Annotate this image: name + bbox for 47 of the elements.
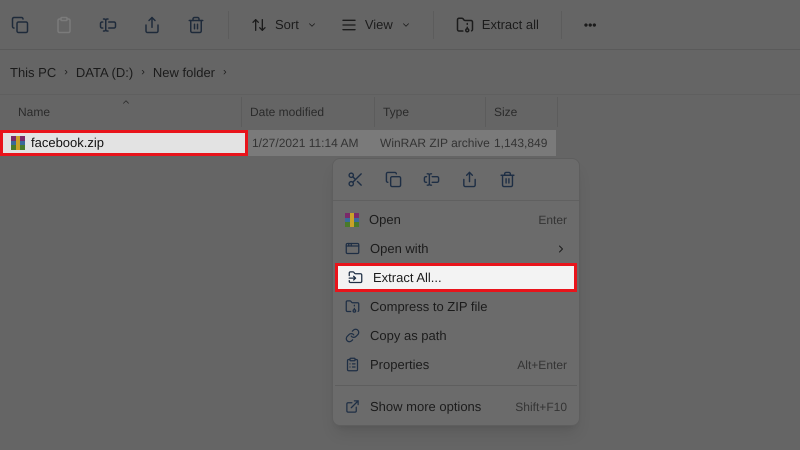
column-header[interactable]: Date modified	[242, 97, 375, 127]
shortcut-label: Enter	[538, 212, 567, 228]
breadcrumb-separator: ›	[223, 65, 227, 80]
share-icon	[460, 171, 478, 188]
menu-item[interactable]: Compress to ZIP file	[335, 292, 577, 321]
folder-icon	[348, 270, 363, 285]
copy-icon	[11, 16, 29, 34]
column-header[interactable]: Size	[486, 97, 558, 127]
menu-item[interactable]: Properties Alt+Enter	[335, 350, 577, 379]
rename-icon	[99, 16, 117, 34]
breadcrumb-separator: ›	[64, 65, 68, 80]
view-button[interactable]: View	[334, 8, 417, 40]
table-cell-text: 1/27/2021 11:14 AM	[251, 135, 360, 152]
file-row[interactable]: facebook.zip 1/27/2021 11:14 AM WinRAR ZIP archive 1,143,849	[0, 130, 556, 156]
column-header[interactable]: Type	[375, 97, 486, 127]
menu-item[interactable]: Open with	[335, 234, 577, 263]
table-cell-text: 1,143,849	[493, 135, 548, 152]
shortcut-label: Alt+Enter	[517, 356, 567, 374]
breadcrumb-item[interactable]: New folder	[152, 62, 216, 82]
archive-icon	[11, 136, 25, 150]
zip-folder-icon	[456, 16, 474, 34]
breadcrumb-item[interactable]: DATA (D:)	[76, 62, 134, 82]
file-name: facebook.zip	[31, 134, 104, 152]
extract-all-button[interactable]: Extract all	[450, 8, 545, 40]
copy-icon	[384, 171, 402, 188]
breadcrumb-item[interactable]: This PC	[10, 62, 56, 82]
external-icon	[345, 399, 360, 414]
share-icon	[143, 16, 161, 34]
archive-icon	[345, 212, 359, 226]
table-cell-text: WinRAR ZIP archive	[379, 135, 490, 152]
lines-icon	[340, 16, 357, 32]
sort-icon	[251, 16, 267, 32]
delete-icon	[187, 16, 205, 34]
more-button[interactable]: •••	[578, 8, 602, 40]
rename-icon	[422, 171, 440, 188]
menu-item[interactable]: Open Enter	[335, 205, 577, 234]
menu-item[interactable]: Show more options Shift+F10	[335, 392, 577, 421]
menu-item[interactable]: Copy as path	[335, 321, 577, 350]
properties-icon	[345, 357, 360, 372]
menu-item[interactable]: Extract All...	[335, 263, 577, 292]
cut-icon	[346, 171, 364, 188]
delete-icon	[498, 171, 516, 188]
shortcut-label: Shift+F10	[515, 398, 567, 416]
breadcrumb-separator: ›	[141, 65, 145, 80]
zip-folder-icon	[345, 299, 360, 314]
column-header[interactable]: Name	[0, 97, 242, 127]
sort-button[interactable]: Sort	[245, 8, 323, 40]
